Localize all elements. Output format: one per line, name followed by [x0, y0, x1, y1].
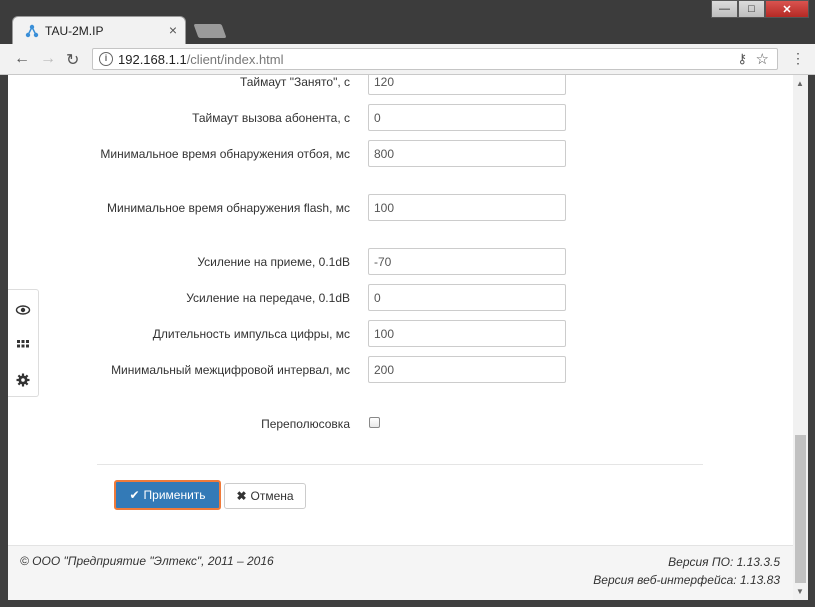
field-label: Переполюсовка — [261, 417, 350, 431]
checkmark-icon: ✔ — [129, 488, 140, 502]
grid-icon[interactable] — [15, 337, 31, 353]
browser-window: TAU-2M.IP × — □ ✕ ← → ↻ i 192.168.1.1/cl… — [0, 0, 815, 607]
busy-timeout-input[interactable] — [368, 75, 566, 95]
digit-pulse-input[interactable] — [368, 320, 566, 347]
gear-icon[interactable] — [15, 372, 31, 388]
info-icon[interactable]: i — [99, 52, 113, 66]
url-host: 192.168.1.1 — [118, 52, 187, 67]
eye-icon[interactable] — [15, 302, 31, 318]
title-bar: TAU-2M.IP × — □ ✕ — [0, 0, 815, 44]
browser-menu-icon[interactable]: ⋮ — [791, 50, 805, 67]
new-tab-button[interactable] — [193, 24, 227, 38]
field-label: Усиление на передаче, 0.1dB — [186, 291, 350, 305]
web-ui-version: Версия веб-интерфейса: 1.13.83 — [593, 573, 780, 587]
page-viewport: Таймаут "Занято", с Таймаут вызова абоне… — [8, 75, 793, 600]
apply-label: Применить — [143, 488, 206, 502]
flash-detect-input[interactable] — [368, 194, 566, 221]
scroll-thumb[interactable] — [795, 435, 806, 583]
url-path: /client/index.html — [186, 52, 284, 67]
key-icon[interactable]: ⚷ — [737, 51, 747, 67]
field-label: Длительность импульса цифры, мс — [152, 327, 350, 341]
close-window-button[interactable]: ✕ — [765, 0, 809, 18]
call-timeout-input[interactable] — [368, 104, 566, 131]
interdigit-input[interactable] — [368, 356, 566, 383]
rx-gain-input[interactable] — [368, 248, 566, 275]
hangup-detect-input[interactable] — [368, 140, 566, 167]
field-label: Минимальное время обнаружения отбоя, мс — [100, 147, 350, 161]
scroll-up-icon[interactable]: ▲ — [796, 79, 804, 88]
page-footer: © ООО "Предприятие "Элтекс", 2011 – 2016… — [8, 545, 793, 600]
field-label: Таймаут "Занято", с — [239, 75, 350, 89]
maximize-button[interactable]: □ — [738, 0, 765, 18]
tab-title: TAU-2M.IP — [45, 24, 104, 38]
copyright-text: © ООО "Предприятие "Элтекс", 2011 – 2016 — [20, 554, 274, 568]
window-controls: — □ ✕ — [711, 0, 809, 18]
browser-toolbar: ← → ↻ i 192.168.1.1/client/index.html ⚷ … — [0, 44, 815, 75]
field-label: Минимальный межцифровой интервал, мс — [111, 363, 350, 377]
cancel-label: Отмена — [250, 489, 294, 503]
field-label: Усиление на приеме, 0.1dB — [197, 255, 350, 269]
url-text: 192.168.1.1/client/index.html — [118, 52, 284, 67]
eltex-logo-icon — [25, 24, 39, 38]
field-label: Минимальное время обнаружения flash, мс — [107, 201, 350, 215]
minimize-button[interactable]: — — [711, 0, 738, 18]
browser-tab[interactable]: TAU-2M.IP × — [12, 16, 186, 44]
reload-icon[interactable]: ↻ — [66, 50, 79, 70]
tab-close-icon[interactable]: × — [169, 22, 177, 38]
scroll-down-icon[interactable]: ▼ — [796, 587, 804, 596]
cancel-button[interactable]: ✖ Отмена — [224, 483, 306, 509]
form-divider — [97, 464, 703, 465]
address-bar[interactable]: i 192.168.1.1/client/index.html ⚷ ☆ — [92, 48, 778, 70]
tx-gain-input[interactable] — [368, 284, 566, 311]
polarity-checkbox[interactable] — [369, 417, 380, 428]
bookmark-star-icon[interactable]: ☆ — [756, 50, 769, 68]
side-panel — [8, 289, 39, 397]
field-label: Таймаут вызова абонента, с — [192, 111, 350, 125]
firmware-version: Версия ПО: 1.13.3.5 — [668, 555, 780, 569]
apply-button[interactable]: ✔ Применить — [114, 480, 221, 510]
close-icon: ✖ — [236, 489, 247, 503]
back-arrow-icon[interactable]: ← — [14, 50, 30, 68]
vertical-scrollbar[interactable]: ▲ ▼ — [793, 75, 808, 600]
forward-arrow-icon[interactable]: → — [40, 50, 56, 68]
